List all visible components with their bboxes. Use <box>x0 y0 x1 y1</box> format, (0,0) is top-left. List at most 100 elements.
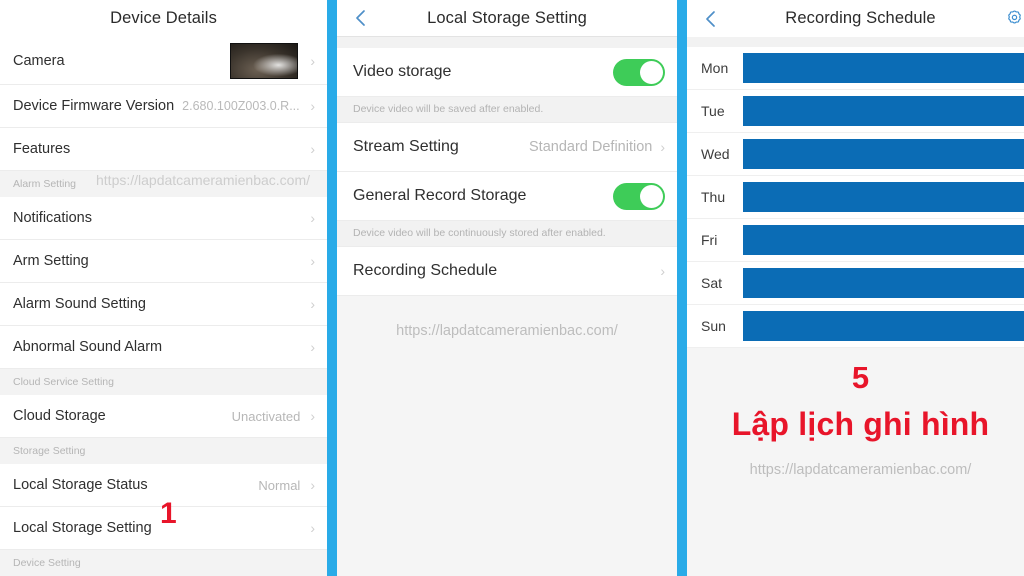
video-storage-toggle[interactable] <box>613 58 665 86</box>
schedule-row-sat[interactable]: Sat <box>687 262 1024 305</box>
section-header-label: Storage Setting <box>13 445 86 457</box>
section-header-label: Cloud Service Setting <box>13 376 114 388</box>
note-video-storage: Device video will be saved after enabled… <box>337 97 677 123</box>
chevron-right-icon: › <box>310 52 315 69</box>
list-item-alarm-sound-setting[interactable]: Alarm Sound Setting › <box>0 283 327 326</box>
chevron-right-icon: › <box>310 477 315 493</box>
day-label: Tue <box>701 103 725 119</box>
device-details-list: Camera › Device Firmware Version 2.680.1… <box>0 37 327 576</box>
section-header-label: Alarm Setting <box>13 178 77 190</box>
watermark-left: https://lapdatcameramienbac.com/ <box>96 172 310 188</box>
schedule-bar-fill <box>743 225 1024 255</box>
list-item-notifications[interactable]: Notifications › <box>0 197 327 240</box>
middle-top-spacer <box>337 37 677 48</box>
schedule-row-thu[interactable]: Thu <box>687 176 1024 219</box>
page-title: Recording Schedule <box>785 9 936 27</box>
day-label: Sun <box>701 318 726 334</box>
schedule-bar-track[interactable] <box>743 225 1024 255</box>
right-nav-bar: Recording Schedule <box>687 0 1024 37</box>
schedule-row-tue[interactable]: Tue <box>687 90 1024 133</box>
chevron-right-icon: › <box>310 296 315 312</box>
list-item-label: Abnormal Sound Alarm <box>13 339 163 355</box>
schedule-bar-fill <box>743 268 1024 298</box>
note-general-record-storage: Device video will be continuously stored… <box>337 221 677 247</box>
general-record-storage-toggle[interactable] <box>613 182 665 210</box>
list-item-label: Alarm Sound Setting <box>13 296 146 312</box>
back-chevron-icon[interactable] <box>351 9 369 27</box>
back-chevron-icon[interactable] <box>701 10 719 28</box>
chevron-right-icon: › <box>660 139 665 155</box>
schedule-bar-track[interactable] <box>743 182 1024 212</box>
chevron-right-icon: › <box>310 520 315 536</box>
recording-schedule-panel: Recording Schedule Mon Tue Wed Thu Fri S… <box>687 0 1024 576</box>
list-item-label: Local Storage Setting <box>13 520 152 536</box>
gear-glyph <box>1007 10 1021 24</box>
section-header-label: Device Setting <box>13 557 81 569</box>
watermark-right: https://lapdatcameramienbac.com/ <box>749 462 972 479</box>
list-item-features[interactable]: Features › <box>0 128 327 171</box>
section-header-cloud-service-setting: Cloud Service Setting <box>0 369 327 395</box>
list-item-cloud-storage[interactable]: Cloud Storage Unactivated › <box>0 395 327 438</box>
chevron-right-icon: › <box>310 408 315 424</box>
schedule-row-wed[interactable]: Wed <box>687 133 1024 176</box>
chevron-right-icon: › <box>660 263 665 279</box>
chevron-right-icon: › <box>310 339 315 355</box>
middle-empty-body: https://lapdatcameramienbac.com/ <box>337 296 677 576</box>
schedule-bar-track[interactable] <box>743 311 1024 341</box>
list-item-label: Cloud Storage <box>13 408 106 424</box>
back-chevron-glyph <box>355 10 365 26</box>
local-storage-setting-panel: Local Storage Setting Video storage Devi… <box>337 0 677 576</box>
row-general-record-storage[interactable]: General Record Storage <box>337 172 677 221</box>
list-item-abnormal-sound-alarm[interactable]: Abnormal Sound Alarm › <box>0 326 327 369</box>
schedule-bar-track[interactable] <box>743 96 1024 126</box>
chevron-right-icon: › <box>310 253 315 269</box>
row-label: General Record Storage <box>353 187 527 204</box>
schedule-row-fri[interactable]: Fri <box>687 219 1024 262</box>
annotation-vietnamese-caption: Lập lịch ghi hình <box>731 406 990 442</box>
list-item-camera[interactable]: Camera › <box>0 37 327 85</box>
schedule-bar-fill <box>743 311 1024 341</box>
row-recording-schedule[interactable]: Recording Schedule › <box>337 247 677 296</box>
annotation-number-1: 1 <box>160 497 177 530</box>
chevron-right-icon: › <box>310 141 315 157</box>
page-title: Device Details <box>110 9 217 27</box>
schedule-bar-track[interactable] <box>743 53 1024 83</box>
schedule-row-mon[interactable]: Mon <box>687 47 1024 90</box>
schedule-bar-fill <box>743 182 1024 212</box>
chevron-right-icon: › <box>310 98 315 114</box>
right-annotation-area: 5 Lập lịch ghi hình https://lapdatcamera… <box>687 348 1024 576</box>
page-title: Local Storage Setting <box>427 8 587 27</box>
list-item-value: Normal <box>258 477 301 493</box>
list-item-value: 2.680.100Z003.0.R... <box>182 99 300 113</box>
section-header-storage-setting: Storage Setting <box>0 438 327 464</box>
settings-gear-icon[interactable] <box>1004 9 1024 29</box>
day-label: Thu <box>701 189 726 205</box>
day-label: Sat <box>701 275 723 291</box>
list-item-label: Features <box>13 141 71 157</box>
chevron-right-icon: › <box>310 210 315 226</box>
schedule-bar-fill <box>743 96 1024 126</box>
list-item-value: Unactivated <box>231 408 301 424</box>
row-video-storage[interactable]: Video storage <box>337 48 677 97</box>
schedule-bar-track[interactable] <box>743 139 1024 169</box>
row-label: Stream Setting <box>353 138 459 155</box>
row-label: Recording Schedule <box>353 262 498 279</box>
day-label: Wed <box>701 146 730 162</box>
middle-nav-bar: Local Storage Setting <box>337 0 677 37</box>
list-item-device-firmware-version[interactable]: Device Firmware Version 2.680.100Z003.0.… <box>0 85 327 128</box>
row-label: Video storage <box>353 63 452 80</box>
panel-divider-right <box>677 0 687 576</box>
panel-divider-left <box>327 0 337 576</box>
row-stream-setting[interactable]: Stream Setting Standard Definition › <box>337 123 677 172</box>
device-details-panel: Device Details Camera › Device Firmware … <box>0 0 327 576</box>
row-value: Standard Definition <box>529 139 653 155</box>
watermark-middle: https://lapdatcameramienbac.com/ <box>396 323 618 339</box>
list-item-label: Arm Setting <box>13 253 89 269</box>
section-header-device-setting: Device Setting <box>0 550 327 576</box>
list-item-label: Local Storage Status <box>13 477 148 493</box>
schedule-row-sun[interactable]: Sun <box>687 305 1024 348</box>
day-label: Fri <box>701 232 718 248</box>
list-item-label: Device Firmware Version <box>13 98 175 114</box>
list-item-arm-setting[interactable]: Arm Setting › <box>0 240 327 283</box>
schedule-bar-track[interactable] <box>743 268 1024 298</box>
